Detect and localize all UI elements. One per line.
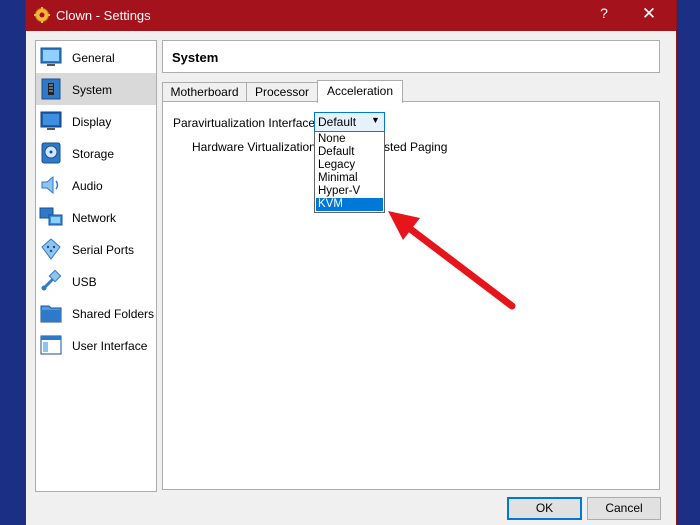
tab-motherboard[interactable]: Motherboard	[162, 82, 247, 102]
sidebar-item-system[interactable]: System	[36, 73, 156, 105]
dropdown-option-hyper-v[interactable]: Hyper-V	[316, 185, 383, 198]
sidebar-item-network[interactable]: Network	[36, 201, 156, 233]
sidebar-item-display[interactable]: Display	[36, 105, 156, 137]
help-button[interactable]: ?	[596, 5, 612, 25]
sidebar-item-storage[interactable]: Storage	[36, 137, 156, 169]
sidebar-item-label: Network	[72, 211, 117, 225]
sidebar-item-label: Shared Folders	[72, 307, 155, 321]
shared-folders-icon	[40, 305, 62, 323]
system-icon	[41, 78, 61, 100]
paravirtualization-label: Paravirtualization Interface:	[173, 116, 319, 130]
paravirtualization-value: Default	[318, 115, 357, 129]
sidebar-item-label: Display	[72, 115, 112, 129]
storage-icon	[41, 142, 61, 164]
tab-acceleration[interactable]: Acceleration	[317, 80, 403, 103]
sidebar-item-shared-folders[interactable]: Shared Folders	[36, 297, 156, 329]
settings-sidebar: General System Display Storage Audio Net…	[35, 40, 157, 492]
sidebar-item-serial-ports[interactable]: Serial Ports	[36, 233, 156, 265]
title-bar: Clown - Settings ? ✕	[26, 0, 676, 31]
sidebar-item-label: Serial Ports	[72, 243, 135, 257]
sidebar-item-label: General	[72, 51, 115, 65]
display-icon	[40, 111, 62, 130]
paravirtualization-dropdown-list: None Default Legacy Minimal Hyper-V KVM	[314, 131, 385, 213]
dropdown-option-none[interactable]: None	[316, 133, 383, 146]
dropdown-option-default[interactable]: Default	[316, 146, 383, 159]
settings-window: Clown - Settings ? ✕ General System Disp…	[25, 0, 677, 525]
sidebar-item-label: USB	[72, 275, 97, 289]
dropdown-arrow-icon: ▼	[371, 115, 380, 125]
dropdown-option-minimal[interactable]: Minimal	[316, 172, 383, 185]
page-title: System	[172, 50, 219, 65]
sidebar-item-label: System	[72, 83, 113, 97]
cancel-button[interactable]: Cancel	[587, 497, 661, 520]
tab-processor[interactable]: Processor	[246, 82, 318, 102]
usb-icon	[41, 269, 62, 291]
paravirtualization-select[interactable]: Default ▼	[314, 112, 385, 132]
audio-icon	[41, 175, 59, 195]
sidebar-item-audio[interactable]: Audio	[36, 169, 156, 201]
hardware-virtualization-label: Hardware Virtualization:	[192, 140, 320, 154]
sidebar-item-label: User Interface	[72, 339, 148, 353]
sidebar-item-label: Storage	[72, 147, 115, 161]
virtualbox-gear-icon	[34, 7, 50, 23]
dropdown-option-kvm[interactable]: KVM	[316, 198, 383, 211]
network-icon	[39, 207, 63, 226]
window-title: Clown - Settings	[56, 8, 151, 23]
acceleration-panel: Paravirtualization Interface: Default ▼ …	[162, 101, 660, 490]
general-icon	[40, 47, 62, 66]
serial-ports-icon	[41, 238, 61, 260]
sidebar-item-general[interactable]: General	[36, 41, 156, 73]
sidebar-item-user-interface[interactable]: User Interface	[36, 329, 156, 361]
nested-paging-label: sted Paging	[384, 140, 448, 154]
section-header: System	[162, 40, 660, 73]
dropdown-option-legacy[interactable]: Legacy	[316, 159, 383, 172]
sidebar-item-label: Audio	[72, 179, 103, 193]
close-button[interactable]: ✕	[638, 4, 660, 26]
sidebar-item-usb[interactable]: USB	[36, 265, 156, 297]
ok-button[interactable]: OK	[507, 497, 582, 520]
user-interface-icon	[40, 335, 62, 355]
